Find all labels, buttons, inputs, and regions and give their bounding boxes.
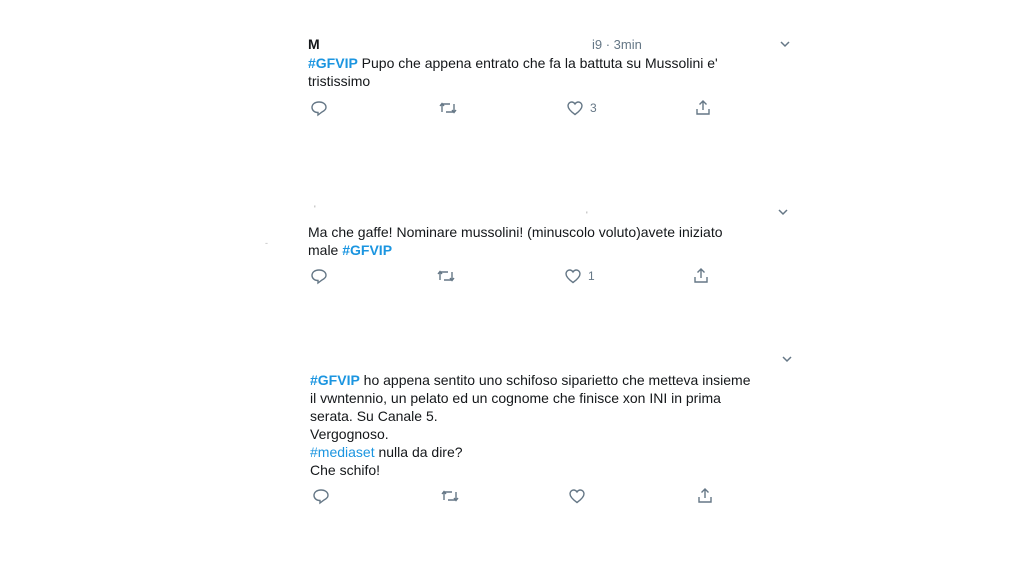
- like-icon: [567, 101, 583, 116]
- tweet-text-line: Pupo che appena entrato che fa la battut…: [357, 55, 718, 71]
- tweet-actions: 3: [308, 98, 728, 118]
- retweet-icon: [441, 490, 459, 502]
- chevron-down-icon[interactable]: [776, 205, 790, 219]
- tweet-text-line: Che schifo!: [310, 462, 381, 478]
- like-count: 1: [588, 269, 595, 283]
- tweet-2[interactable]: ' ' Ma che gaffe! Nominare mussolini! (m…: [308, 202, 792, 294]
- hashtag-link[interactable]: #GFVIP: [310, 372, 360, 388]
- tweet-text: Ma che gaffe! Nominare mussolini! (minus…: [308, 223, 723, 259]
- chevron-down-icon[interactable]: [778, 37, 792, 51]
- hashtag-link[interactable]: #mediaset: [310, 444, 375, 460]
- retweet-button[interactable]: [440, 486, 466, 506]
- reply-button[interactable]: [310, 266, 334, 286]
- tweet-text-line: Vergognoso.: [310, 426, 389, 442]
- like-count: 3: [590, 101, 597, 115]
- reply-button[interactable]: [310, 98, 334, 118]
- share-icon: [696, 100, 710, 115]
- tweet-text: #GFVIP Pupo che appena entrato che fa la…: [308, 54, 718, 90]
- hashtag-link[interactable]: #GFVIP: [308, 55, 358, 71]
- retweet-button[interactable]: [438, 98, 464, 118]
- tweet-actions: [308, 486, 728, 506]
- share-icon: [694, 268, 708, 283]
- tweet-text-line: serata. Su Canale 5.: [310, 408, 438, 424]
- reply-button[interactable]: [312, 486, 336, 506]
- retweet-button[interactable]: [436, 266, 462, 286]
- like-button[interactable]: 3: [566, 98, 597, 118]
- tweet-actions: 1: [308, 266, 728, 286]
- separator-mark: ': [586, 210, 588, 220]
- tweet-text-line: nulla da dire?: [374, 444, 463, 460]
- share-button[interactable]: [694, 98, 712, 118]
- share-icon: [698, 488, 712, 503]
- like-button[interactable]: 1: [564, 266, 595, 286]
- decorative-dot: -: [265, 238, 268, 248]
- reply-icon: [313, 489, 329, 505]
- author-name[interactable]: M: [308, 36, 320, 52]
- tweet-1[interactable]: M i9 · 3min #GFVIP Pupo che appena entra…: [308, 34, 792, 124]
- tweet-timestamp[interactable]: i9 · 3min: [592, 37, 642, 52]
- reply-icon: [311, 101, 327, 117]
- tweet-text-line: ho appena sentito uno schifoso sipariett…: [359, 372, 751, 388]
- tweet-text-line: il vwntennio, un pelato ed un cognome ch…: [310, 390, 721, 406]
- tweet-text-line: Ma che gaffe! Nominare mussolini! (minus…: [308, 224, 723, 240]
- retweet-icon: [439, 102, 457, 114]
- tweet-text: #GFVIP ho appena sentito uno schifoso si…: [310, 371, 750, 479]
- separator-mark: ': [314, 204, 316, 214]
- retweet-icon: [437, 270, 455, 282]
- tweet-text-line: male: [308, 242, 343, 258]
- reply-icon: [311, 269, 327, 285]
- like-icon: [565, 269, 581, 284]
- tweet-3[interactable]: #GFVIP ho appena sentito uno schifoso si…: [308, 350, 792, 510]
- like-button[interactable]: [568, 486, 592, 506]
- hashtag-link[interactable]: #GFVIP: [342, 242, 392, 258]
- chevron-down-icon[interactable]: [780, 352, 794, 366]
- like-icon: [569, 489, 585, 504]
- share-button[interactable]: [692, 266, 710, 286]
- share-button[interactable]: [696, 486, 714, 506]
- tweet-text-line: tristissimo: [308, 73, 371, 89]
